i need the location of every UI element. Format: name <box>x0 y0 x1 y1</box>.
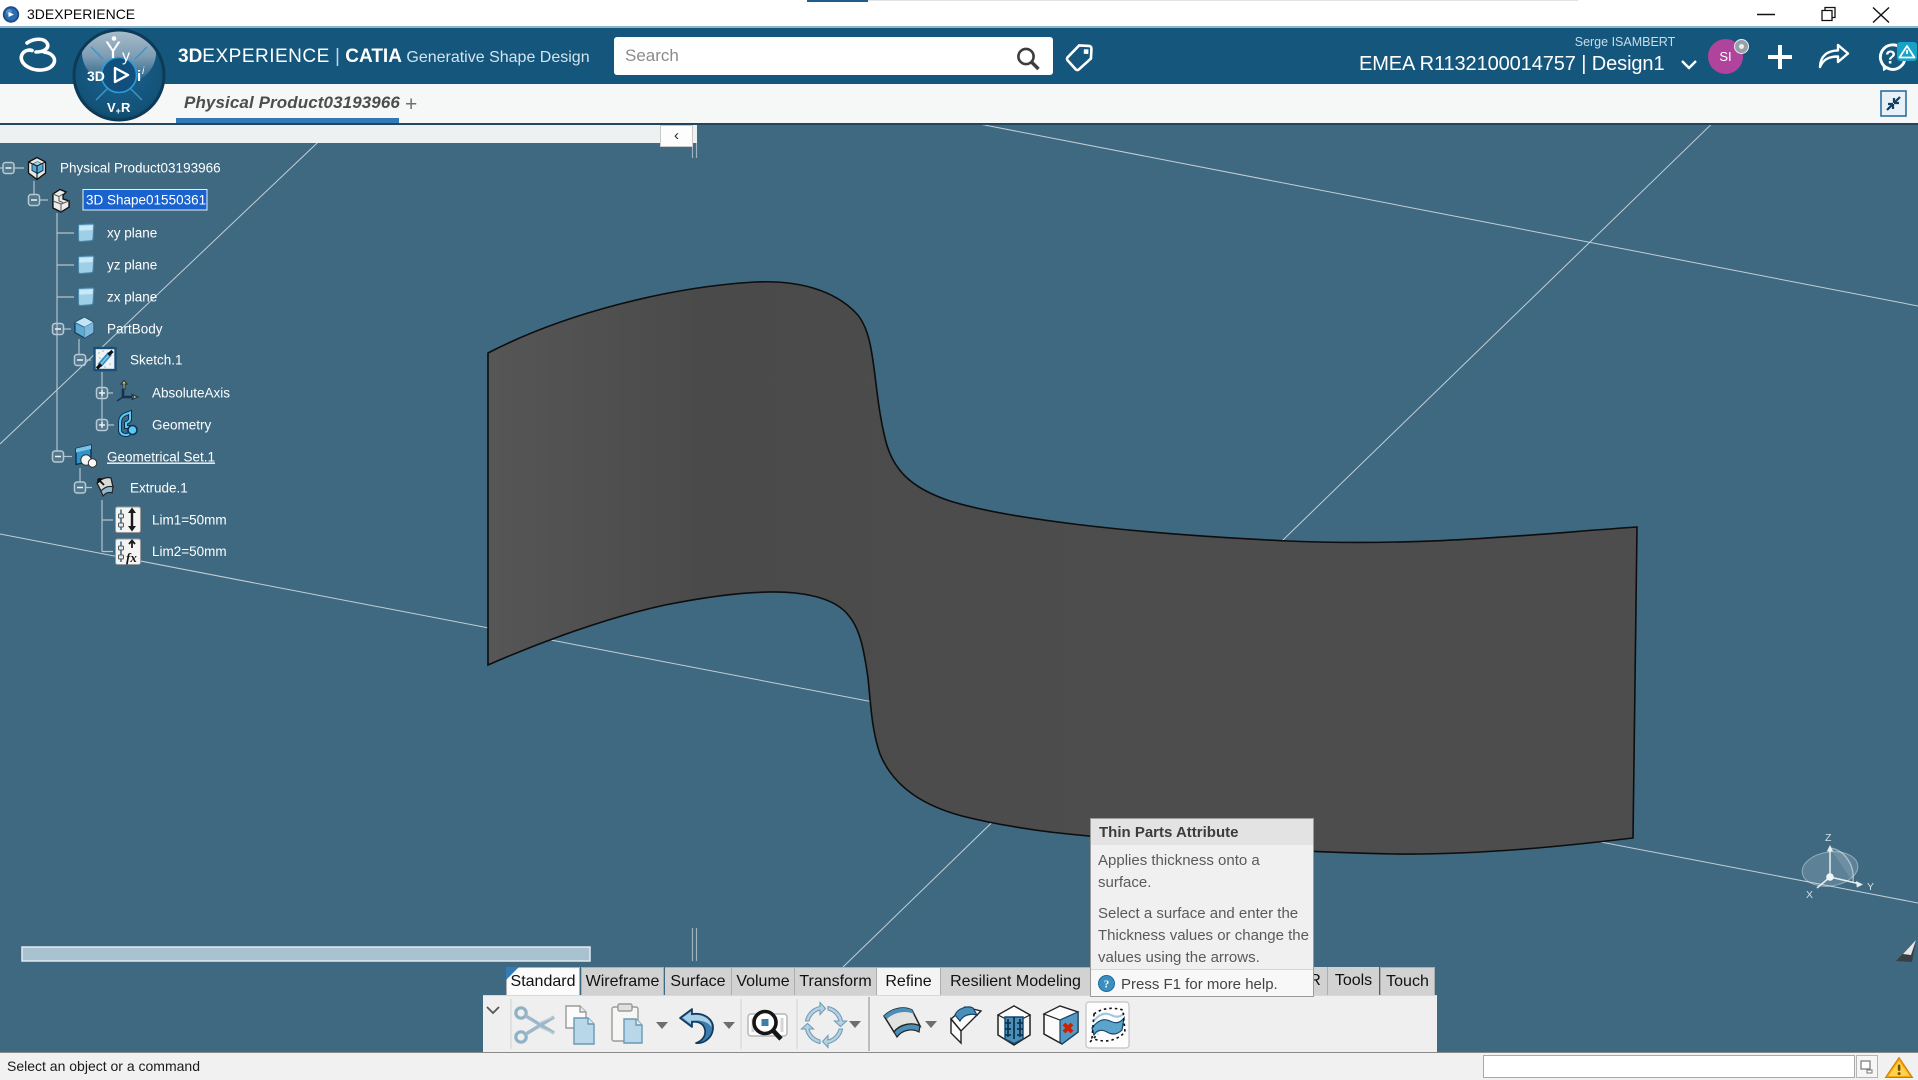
svg-text:Lim1=50mm: Lim1=50mm <box>152 513 227 528</box>
svg-text:Geometry: Geometry <box>152 418 212 433</box>
svg-text:Extrude.1: Extrude.1 <box>130 481 188 496</box>
svg-text:AbsoluteAxis: AbsoluteAxis <box>152 386 230 401</box>
svg-text:yz plane: yz plane <box>107 258 157 273</box>
svg-text:3D Shape01550361: 3D Shape01550361 <box>86 193 206 208</box>
svg-text:?: ? <box>1885 48 1896 68</box>
svg-text:y: y <box>122 48 130 65</box>
svg-text:fx: fx <box>126 550 137 565</box>
svg-text:i: i <box>137 68 141 85</box>
svg-text:zx plane: zx plane <box>107 290 157 305</box>
svg-text:Lim2=50mm: Lim2=50mm <box>152 544 227 559</box>
svg-text:PartBody: PartBody <box>107 322 163 337</box>
svg-text:X: X <box>1806 889 1813 901</box>
svg-text:Y: Y <box>1867 881 1874 893</box>
svg-text:Y: Y <box>105 37 121 64</box>
svg-text:Geometrical Set.1: Geometrical Set.1 <box>107 450 215 465</box>
svg-text:?: ? <box>1104 979 1110 991</box>
svg-text:Physical Product03193966: Physical Product03193966 <box>60 161 221 176</box>
svg-text:3D: 3D <box>87 68 105 84</box>
svg-text:xy plane: xy plane <box>107 226 157 241</box>
svg-text:Sketch.1: Sketch.1 <box>130 353 183 368</box>
svg-text:Z: Z <box>1825 832 1832 844</box>
